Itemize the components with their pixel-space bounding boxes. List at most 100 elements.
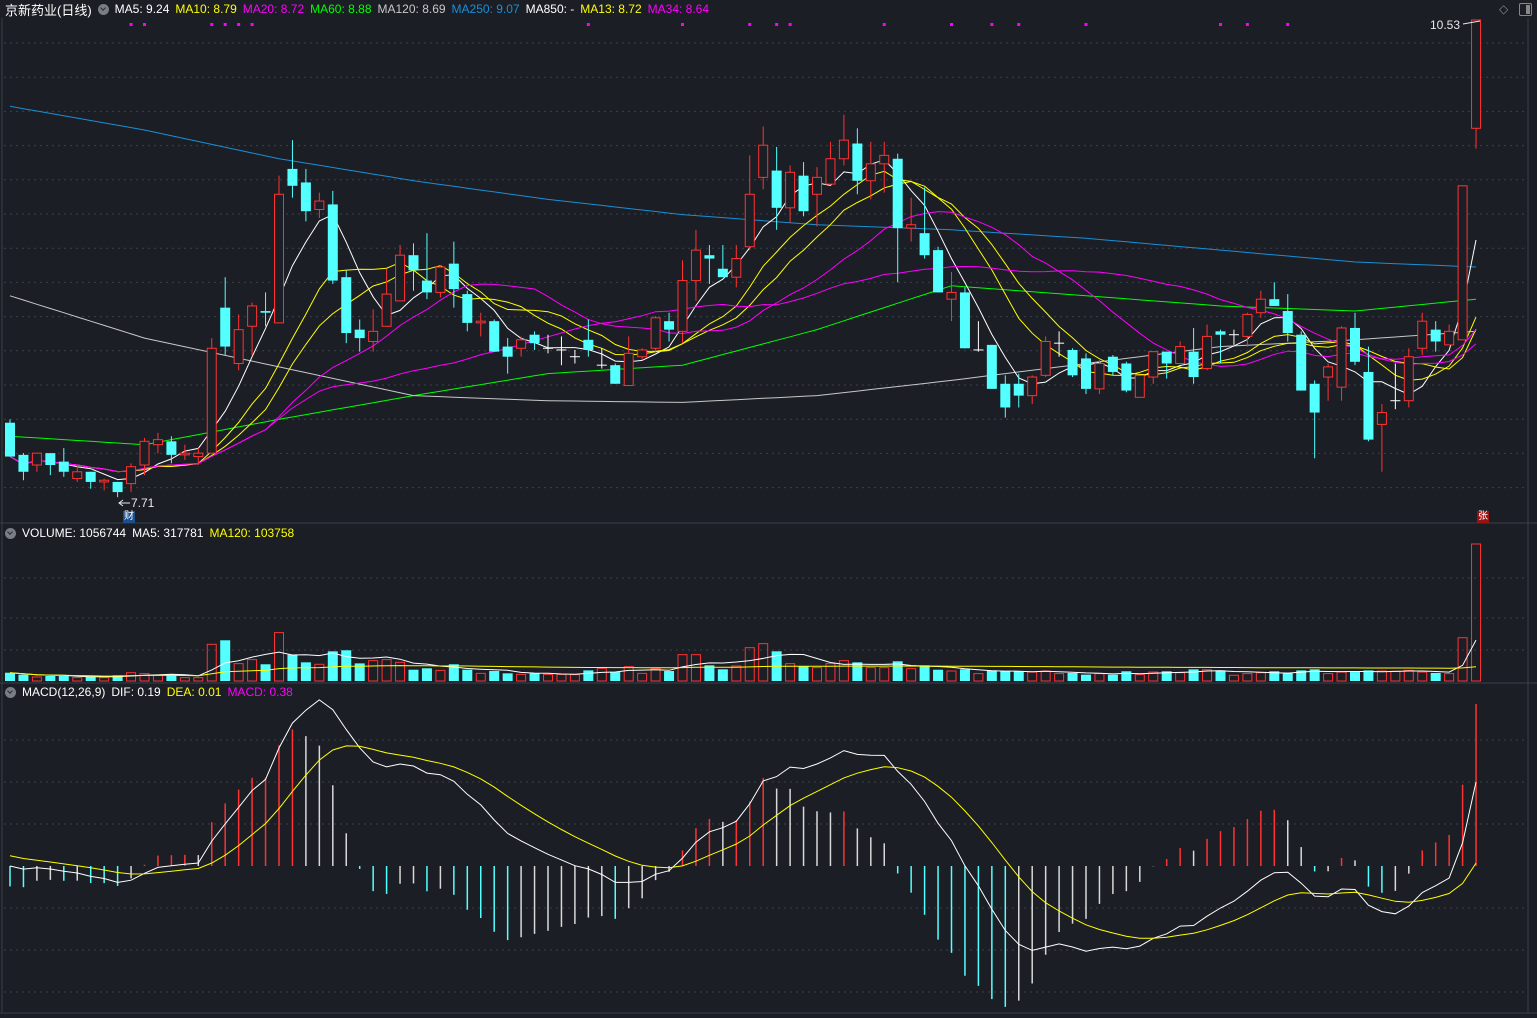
volume-collapse-icon[interactable] <box>5 527 16 539</box>
volume-bar <box>1376 670 1387 682</box>
candle-body <box>690 249 701 282</box>
candle <box>596 348 607 369</box>
legend-ma60: MA60: 8.88 <box>310 2 372 16</box>
limit-up-marker[interactable]: 张 <box>1477 511 1489 523</box>
candle-body <box>959 292 970 349</box>
legend-ma250: MA250: 9.07 <box>451 2 520 16</box>
candle-body <box>623 352 634 386</box>
legend-ma20: MA20: 8.72 <box>242 2 305 16</box>
candle-body <box>798 175 809 212</box>
candle <box>408 243 419 291</box>
legend-volume-ma120: MA120: 103758 <box>209 526 295 540</box>
candle <box>300 168 311 222</box>
volume-bar <box>1390 670 1401 682</box>
candle <box>193 448 204 466</box>
candle-body <box>327 204 338 281</box>
volume-bar <box>1134 674 1145 682</box>
candle <box>58 448 69 477</box>
event-marker <box>1219 23 1222 26</box>
candle-body <box>381 293 392 327</box>
candle-body <box>421 280 432 293</box>
candle-body <box>112 481 123 493</box>
candle <box>1350 312 1360 366</box>
volume-bar <box>85 676 96 681</box>
volume-bar <box>1403 669 1414 682</box>
event-marker <box>1245 23 1249 26</box>
candle <box>354 319 365 352</box>
finance-marker[interactable]: 财 <box>123 511 135 523</box>
candle-body <box>368 330 379 342</box>
candle-body <box>179 452 190 456</box>
volume-bar <box>812 667 822 682</box>
candle <box>1430 321 1441 352</box>
event-marker <box>143 23 146 26</box>
candle <box>5 419 15 457</box>
candle-body <box>1444 330 1455 346</box>
event-marker <box>210 23 214 26</box>
candle-body <box>1121 363 1132 391</box>
volume-bar <box>45 675 56 681</box>
candle <box>690 229 701 301</box>
volume-bar <box>1336 671 1347 682</box>
candle <box>112 481 123 498</box>
event-marker <box>1084 23 1088 26</box>
legend-ma120: MA120: 8.69 <box>377 2 446 16</box>
volume-bar <box>543 673 553 682</box>
candle <box>1121 361 1132 393</box>
candle <box>435 265 446 298</box>
event-marker <box>990 23 994 26</box>
event-marker <box>1286 23 1290 26</box>
volume-bar <box>99 677 110 682</box>
main-legend: 京新药业(日线) MA5: 9.24 MA10: 8.79 MA20: 8.72… <box>5 1 715 18</box>
kline-chart[interactable] <box>0 0 1537 1018</box>
event-marker <box>1017 23 1021 26</box>
volume-bar <box>973 673 984 682</box>
candle <box>1269 282 1280 306</box>
candle <box>1188 327 1199 384</box>
volume-bar <box>986 670 997 681</box>
diamond-icon[interactable]: ◇ <box>1499 2 1508 16</box>
candle-body <box>919 233 930 256</box>
legend-dea: DEA: 0.01 <box>166 685 222 699</box>
candle-body <box>72 471 83 480</box>
candle-body <box>395 254 406 302</box>
volume-bar <box>906 668 917 682</box>
candle-body <box>193 452 204 458</box>
candle-body <box>892 158 903 229</box>
high-price-label: 10.53 <box>1430 18 1461 32</box>
legend-ma10: MA10: 8.79 <box>175 2 237 16</box>
candle-body <box>166 441 177 455</box>
volume-bar <box>623 666 634 682</box>
candle-body <box>220 307 231 347</box>
candle-body <box>1000 383 1011 408</box>
candle <box>959 287 970 349</box>
candle-body <box>1161 351 1172 364</box>
candle-body <box>126 466 137 485</box>
candle-body <box>785 171 796 209</box>
candle <box>1067 348 1078 378</box>
volume-bar <box>1228 674 1239 682</box>
volume-bar <box>1471 543 1482 682</box>
candle-body <box>865 163 876 182</box>
event-marker <box>586 23 590 26</box>
candle-body <box>650 317 661 349</box>
volume-bar <box>1040 670 1051 682</box>
candle-body <box>408 255 419 271</box>
candle-body <box>838 139 849 160</box>
candle-body <box>933 250 944 293</box>
volume-bar <box>1067 672 1078 681</box>
candle-body <box>1403 356 1414 402</box>
volume-bar <box>1282 672 1293 681</box>
collapse-toggle-icon[interactable] <box>97 3 109 15</box>
candle-body <box>1457 185 1468 341</box>
candle <box>906 197 917 242</box>
candle <box>892 153 903 283</box>
volume-bar <box>1323 673 1334 682</box>
candle-body <box>260 311 271 313</box>
candle <box>798 162 809 217</box>
legend-macd-params: MACD(12,26,9) <box>22 685 106 699</box>
candle <box>287 140 298 198</box>
panel-layout-icon[interactable] <box>1519 3 1532 16</box>
candle <box>946 272 957 322</box>
macd-collapse-icon[interactable] <box>5 686 16 698</box>
